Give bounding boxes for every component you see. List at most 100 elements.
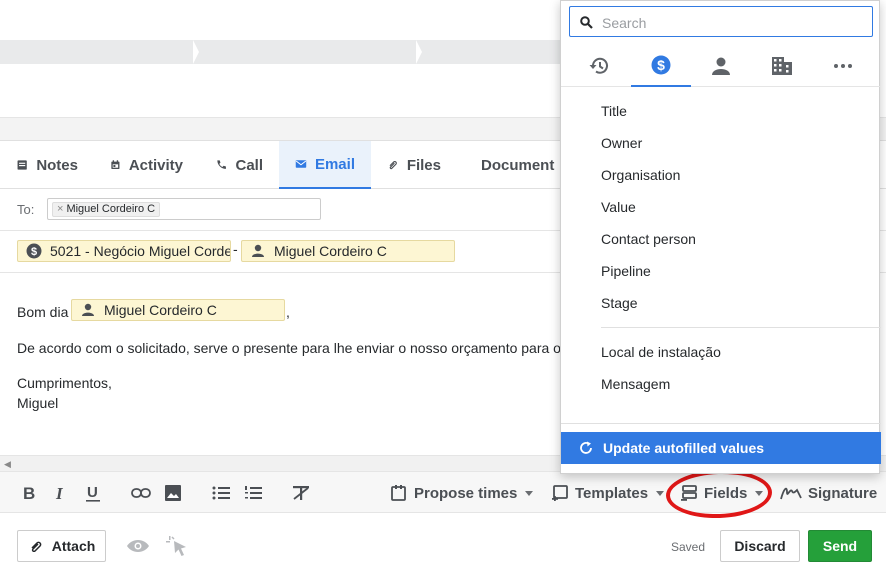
field-organisation[interactable]: Organisation	[601, 167, 680, 183]
note-icon	[17, 160, 27, 170]
tab-files[interactable]: Files	[371, 141, 457, 189]
category-person[interactable]	[691, 45, 751, 87]
saved-status: Saved	[671, 540, 706, 554]
bullet-list-button[interactable]	[212, 483, 230, 503]
tab-email[interactable]: Email	[279, 141, 371, 189]
tab-label: Call	[235, 156, 263, 174]
svg-text:I: I	[55, 485, 64, 501]
tab-activity[interactable]: Activity	[94, 141, 199, 189]
person-token-label: Miguel Cordeiro C	[274, 243, 387, 259]
numbered-list-button[interactable]	[244, 483, 262, 503]
templates-label: Templates	[575, 484, 649, 502]
signature-button[interactable]: Signature	[780, 483, 877, 503]
svg-text:$: $	[657, 57, 665, 73]
signature-text: Miguel	[17, 395, 59, 411]
discard-button[interactable]: Discard	[720, 530, 800, 562]
person-icon	[712, 57, 730, 75]
envelope-icon	[295, 160, 307, 168]
greeting-text: Bom dia	[17, 304, 69, 320]
refresh-icon	[580, 441, 592, 454]
greeting-comma: ,	[286, 304, 290, 320]
scroll-left-icon[interactable]: ◀	[4, 459, 11, 470]
svg-text:U: U	[87, 484, 98, 501]
category-organisation[interactable]	[752, 45, 812, 87]
tab-call[interactable]: Call	[199, 141, 279, 189]
tab-notes[interactable]: Notes	[0, 141, 94, 189]
category-history[interactable]	[569, 45, 629, 87]
person-icon	[252, 244, 264, 257]
propose-times-button[interactable]: Propose times	[390, 483, 534, 503]
send-button[interactable]: Send	[808, 530, 872, 562]
signature-label: Signature	[808, 484, 878, 502]
tab-document[interactable]: Document	[457, 141, 560, 189]
attach-button[interactable]: Attach	[17, 530, 106, 562]
attach-label: Attach	[51, 538, 96, 554]
phone-icon	[217, 160, 226, 169]
signature-icon	[780, 487, 802, 500]
field-owner[interactable]: Owner	[601, 135, 642, 151]
template-icon	[552, 485, 568, 501]
click-tracking-icon[interactable]	[166, 535, 190, 557]
propose-times-label: Propose times	[414, 484, 518, 502]
deal-token[interactable]: $ 5021 - Negócio Miguel Corde	[17, 240, 231, 262]
svg-text:$: $	[31, 246, 37, 258]
deal-token-label: 5021 - Negócio Miguel Corde	[50, 243, 231, 259]
chevron-down-icon	[656, 490, 665, 496]
more-icon	[834, 64, 852, 68]
italic-button[interactable]: I	[54, 483, 68, 503]
link-button[interactable]	[131, 483, 151, 503]
field-value[interactable]: Value	[601, 199, 636, 215]
update-label: Update autofilled values	[603, 440, 765, 456]
field-stage[interactable]: Stage	[601, 295, 638, 311]
field-pipeline[interactable]: Pipeline	[601, 263, 651, 279]
recipient-chip[interactable]: × Miguel Cordeiro C	[52, 202, 161, 217]
to-label: To:	[17, 202, 35, 217]
search-icon	[580, 16, 593, 29]
stage-separator	[193, 40, 199, 64]
category-deal[interactable]: $	[631, 45, 691, 87]
building-icon	[772, 57, 792, 75]
bullet-list-icon	[212, 486, 230, 500]
divider	[601, 327, 881, 328]
field-contact-person[interactable]: Contact person	[601, 231, 696, 247]
composer-footer: Attach Saved Discard Send	[0, 513, 886, 565]
calendar-icon	[111, 160, 120, 170]
image-icon	[165, 485, 181, 501]
tab-label: Email	[314, 155, 355, 173]
greeting-token-label: Miguel Cordeiro C	[104, 302, 217, 318]
person-icon	[82, 303, 94, 316]
field-category-tabs: $	[561, 45, 881, 87]
recipient-input[interactable]: × Miguel Cordeiro C	[47, 198, 321, 220]
token-separator: -	[233, 241, 238, 257]
field-mensagem[interactable]: Mensagem	[601, 376, 670, 392]
recipient-chip-label: Miguel Cordeiro C	[66, 203, 156, 215]
body-paragraph: De acordo com o solicitado, serve o pres…	[17, 340, 561, 356]
field-local-de-instalacao[interactable]: Local de instalação	[601, 344, 721, 360]
divider	[561, 423, 881, 424]
numbered-list-icon	[245, 486, 262, 499]
clear-format-button[interactable]	[292, 483, 310, 503]
underline-button[interactable]: U	[85, 483, 101, 503]
italic-icon: I	[55, 485, 64, 501]
paperclip-icon	[31, 541, 42, 552]
tab-label: Files	[406, 156, 441, 174]
greeting-person-token[interactable]: Miguel Cordeiro C	[71, 299, 285, 321]
field-title[interactable]: Title	[601, 103, 627, 119]
person-token[interactable]: Miguel Cordeiro C	[241, 240, 455, 262]
dollar-icon: $	[651, 55, 671, 75]
calendar-clock-icon	[391, 485, 406, 501]
remove-chip-icon[interactable]: ×	[57, 203, 63, 215]
dollar-icon: $	[26, 243, 42, 259]
image-button[interactable]	[164, 483, 182, 503]
eye-icon[interactable]	[126, 539, 150, 553]
bold-button[interactable]: B	[22, 483, 36, 503]
category-more[interactable]	[813, 45, 873, 87]
templates-button[interactable]: Templates	[551, 483, 665, 503]
chevron-down-icon	[525, 490, 534, 496]
pipeline-stage-bar[interactable]	[0, 40, 560, 64]
fields-popover: Search $ Title Owner Organisation Value …	[560, 0, 881, 474]
update-autofilled-values-button[interactable]: Update autofilled values	[561, 432, 881, 464]
field-search-input[interactable]: Search	[569, 6, 873, 37]
paperclip-icon	[389, 161, 397, 170]
clear-format-icon	[293, 486, 309, 500]
